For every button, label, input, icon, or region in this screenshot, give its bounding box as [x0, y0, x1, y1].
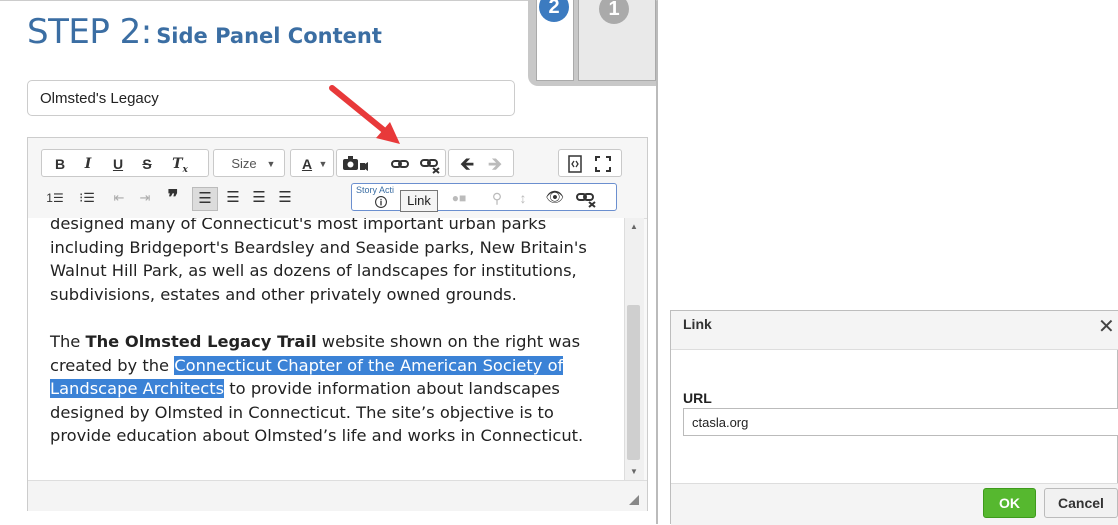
editor-statusbar	[28, 480, 647, 511]
resize-handle-icon[interactable]	[629, 495, 639, 505]
indent-icon[interactable]: ⇥	[134, 187, 156, 209]
close-icon[interactable]: ✕	[1098, 314, 1115, 339]
blockquote-icon[interactable]: ❞	[162, 187, 184, 209]
media-link-group	[336, 149, 446, 177]
url-label: URL	[683, 390, 712, 406]
annotation-arrow-icon	[329, 85, 400, 144]
align-justify-icon[interactable]: ☰	[274, 187, 296, 209]
link-tooltip: Link	[400, 190, 438, 212]
align-center-icon[interactable]: ☰	[222, 187, 244, 209]
redo-icon[interactable]: 🡺	[483, 153, 507, 175]
dialog-header	[671, 311, 1118, 350]
strikethrough-button[interactable]: S	[137, 153, 157, 175]
scroll-down-icon[interactable]: ▼	[630, 467, 638, 476]
dialog-title: Link	[683, 316, 712, 332]
step-tab-1[interactable]: 1	[578, 0, 656, 81]
align-left-icon[interactable]: ☰	[192, 187, 218, 211]
numbered-list-icon[interactable]: 1☰	[44, 187, 66, 209]
bullet-list-icon[interactable]: ⁝☰	[76, 187, 98, 209]
text-color-icon: A	[301, 156, 313, 172]
bold-button[interactable]: B	[50, 153, 70, 175]
eye-icon[interactable]: 👁	[544, 187, 566, 209]
maximize-icon[interactable]	[593, 153, 615, 175]
editor-content[interactable]: designed many of Connecticut's most impo…	[28, 218, 624, 480]
unlink-icon[interactable]	[417, 153, 443, 175]
step-label: STEP 2:	[27, 12, 152, 52]
page-title: STEP 2: Side Panel Content	[27, 12, 382, 52]
panel-title-input[interactable]	[27, 80, 515, 116]
outdent-icon[interactable]: ⇤	[108, 187, 130, 209]
cancel-button[interactable]: Cancel	[1044, 488, 1118, 518]
url-input[interactable]	[683, 408, 1118, 436]
undo-icon[interactable]: 🡸	[455, 153, 479, 175]
paragraph: The The Olmsted Legacy Trail website sho…	[50, 330, 610, 448]
story-actions-group: Story Acti 🛈 ●■ ⚲ ↕ 👁	[351, 183, 617, 211]
map-pin-icon[interactable]: ⚲	[486, 187, 508, 209]
text-color-button[interactable]: A ▼	[290, 149, 334, 177]
align-right-icon[interactable]: ☰	[248, 187, 270, 209]
unlink-icon[interactable]	[574, 187, 598, 209]
step-subtitle: Side Panel Content	[156, 24, 382, 48]
paragraph-group: 1☰ ⁝☰ ⇤ ⇥ ❞ ☰ ☰ ☰ ☰	[41, 183, 341, 211]
underline-button[interactable]: U	[108, 153, 128, 175]
italic-button[interactable]: I	[78, 153, 98, 175]
text-style-group: B I U S Tx	[41, 149, 209, 177]
font-size-label: Size	[231, 156, 257, 171]
info-icon[interactable]: 🛈	[374, 192, 388, 214]
step-number-badge: 1	[599, 0, 629, 24]
bold-text: The Olmsted Legacy Trail	[85, 331, 317, 351]
history-group: 🡸 🡺	[448, 149, 514, 177]
paragraph-text: The	[50, 331, 86, 351]
remove-format-button[interactable]: Tx	[168, 153, 192, 175]
source-icon[interactable]	[565, 153, 587, 175]
paragraph: designed many of Connecticut's most impo…	[50, 218, 587, 304]
font-size-dropdown[interactable]: Size ▼	[213, 149, 285, 177]
height-icon[interactable]: ↕	[512, 187, 534, 209]
camera-video-icon[interactable]: ●■	[444, 187, 474, 209]
chevron-down-icon: ▼	[318, 159, 328, 169]
chevron-down-icon: ▼	[266, 159, 276, 169]
camera-video-icon[interactable]	[341, 153, 369, 175]
link-icon[interactable]	[387, 153, 413, 175]
ok-button[interactable]: OK	[983, 488, 1036, 518]
scrollbar-thumb[interactable]	[627, 305, 640, 460]
step-number-badge: 2	[539, 0, 569, 22]
step-tab-2[interactable]: 2	[536, 0, 574, 81]
scroll-up-icon[interactable]: ▲	[630, 222, 638, 231]
view-group	[558, 149, 622, 177]
